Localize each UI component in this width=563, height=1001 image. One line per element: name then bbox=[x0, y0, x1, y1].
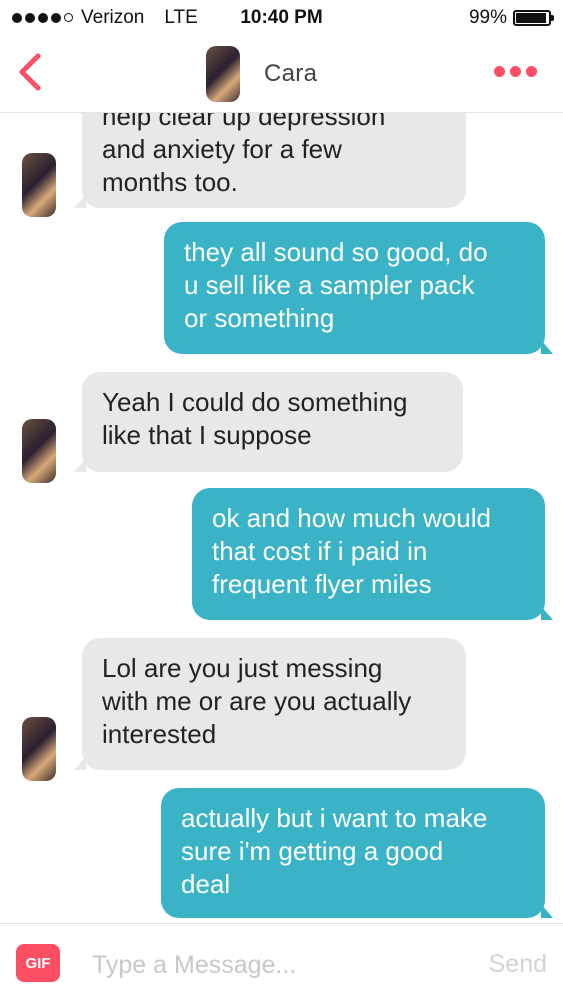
received-message: Yeah I could do something like that I su… bbox=[74, 372, 463, 472]
contact-name: Cara bbox=[264, 60, 318, 87]
message-line: help clear up depression bbox=[102, 113, 386, 131]
sent-message: actually but i want to make sure i'm get… bbox=[161, 788, 553, 918]
battery-percent: 99% bbox=[468, 7, 507, 28]
message-line: Yeah I could do something bbox=[102, 387, 408, 417]
chat-header: Cara bbox=[0, 36, 563, 113]
message-line: and anxiety for a few bbox=[102, 134, 342, 164]
message-line: interested bbox=[102, 719, 217, 749]
message-input[interactable] bbox=[90, 944, 464, 986]
sent-message: ok and how much would that cost if i pai… bbox=[192, 488, 553, 620]
message-line: Lol are you just messing bbox=[102, 653, 383, 683]
message-composer: GIF Send bbox=[0, 923, 563, 1001]
more-dots-icon bbox=[494, 66, 505, 77]
message-line: sure i'm getting a good bbox=[181, 836, 444, 866]
avatar[interactable] bbox=[22, 419, 56, 483]
avatar bbox=[206, 46, 240, 102]
message-line: months too. bbox=[102, 167, 238, 197]
status-right: 99% bbox=[468, 7, 554, 29]
battery-icon bbox=[513, 10, 554, 26]
more-options-button[interactable] bbox=[494, 66, 537, 77]
message-list[interactable]: help clear up depression and anxiety for… bbox=[0, 113, 563, 923]
sent-message: they all sound so good, do u sell like a… bbox=[164, 222, 553, 354]
message-line: actually but i want to make bbox=[181, 803, 488, 833]
avatar[interactable] bbox=[22, 153, 56, 217]
message-line: like that I suppose bbox=[102, 420, 312, 450]
received-message: Lol are you just messing with me or are … bbox=[74, 638, 466, 770]
message-line: u sell like a sampler pack bbox=[184, 270, 475, 300]
message-line: that cost if i paid in bbox=[212, 536, 428, 566]
message-line: frequent flyer miles bbox=[212, 569, 432, 599]
message-line: they all sound so good, do bbox=[184, 237, 488, 267]
gif-button[interactable]: GIF bbox=[16, 944, 60, 982]
chevron-left-icon bbox=[19, 53, 41, 91]
message-line: deal bbox=[181, 869, 231, 899]
avatar[interactable] bbox=[22, 717, 56, 781]
send-button[interactable]: Send bbox=[489, 950, 547, 979]
message-line: ok and how much would bbox=[212, 503, 491, 533]
contact-title[interactable]: Cara bbox=[206, 46, 317, 102]
message-line: or something bbox=[184, 303, 335, 333]
received-message: help clear up depression and anxiety for… bbox=[74, 113, 466, 208]
back-button[interactable] bbox=[14, 52, 48, 92]
status-bar: Verizon LTE 10:40 PM 99% bbox=[0, 0, 563, 36]
message-line: with me or are you actually bbox=[102, 686, 412, 716]
